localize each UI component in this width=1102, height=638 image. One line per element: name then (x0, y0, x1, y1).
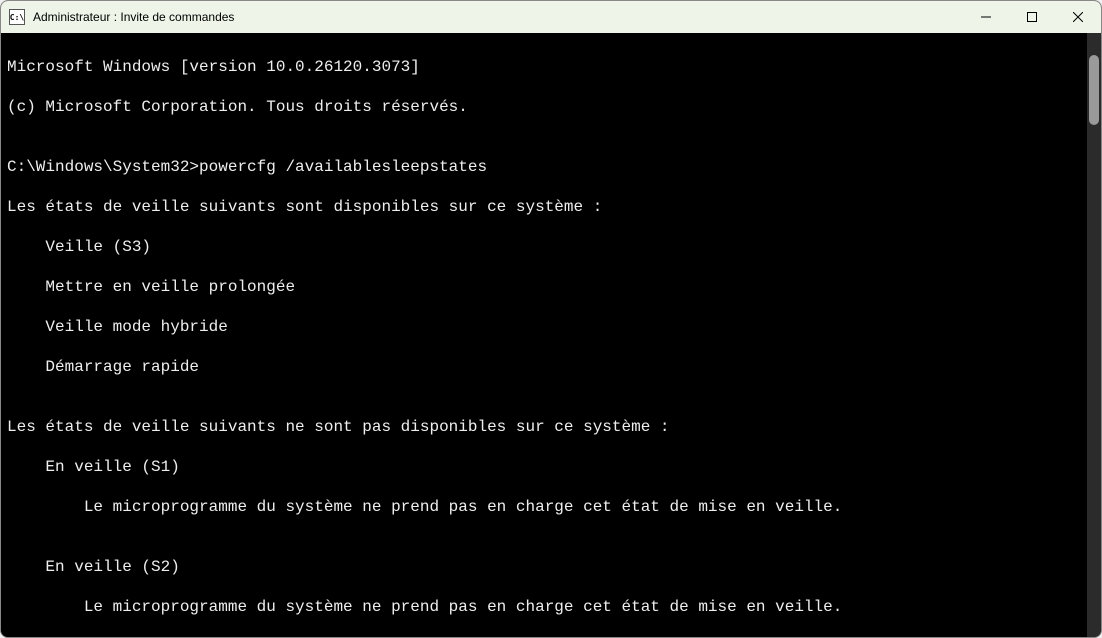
command-text: powercfg /availablesleepstates (199, 157, 487, 177)
window-title: Administrateur : Invite de commandes (33, 10, 963, 24)
titlebar[interactable]: C:\ Administrateur : Invite de commandes (1, 1, 1101, 33)
prompt-line: C:\Windows\System32>powercfg /availables… (7, 157, 1095, 177)
maximize-button[interactable] (1009, 1, 1055, 33)
maximize-icon (1027, 12, 1037, 22)
output-line: Microsoft Windows [version 10.0.26120.30… (7, 57, 1095, 77)
command-prompt-window: C:\ Administrateur : Invite de commandes… (0, 0, 1102, 638)
output-line: Mettre en veille prolongée (7, 277, 1095, 297)
minimize-button[interactable] (963, 1, 1009, 33)
scrollbar-thumb[interactable] (1089, 55, 1099, 125)
window-controls (963, 1, 1101, 33)
output-line: Les états de veille suivants sont dispon… (7, 197, 1095, 217)
close-button[interactable] (1055, 1, 1101, 33)
minimize-icon (981, 12, 991, 22)
output-line: En veille (S2) (7, 557, 1095, 577)
output-line: Le microprogramme du système ne prend pa… (7, 597, 1095, 617)
output-line: En veille (S1) (7, 457, 1095, 477)
output-line: Le microprogramme du système ne prend pa… (7, 497, 1095, 517)
prompt-path: C:\Windows\System32> (7, 157, 199, 177)
output-line: Veille mode hybride (7, 317, 1095, 337)
output-line: (c) Microsoft Corporation. Tous droits r… (7, 97, 1095, 117)
cmd-icon: C:\ (9, 9, 25, 25)
terminal-output[interactable]: Microsoft Windows [version 10.0.26120.30… (1, 33, 1101, 637)
close-icon (1073, 12, 1083, 22)
scrollbar-track[interactable] (1087, 33, 1101, 637)
output-line: Les états de veille suivants ne sont pas… (7, 417, 1095, 437)
output-line: Démarrage rapide (7, 357, 1095, 377)
output-line: Veille (S3) (7, 237, 1095, 257)
